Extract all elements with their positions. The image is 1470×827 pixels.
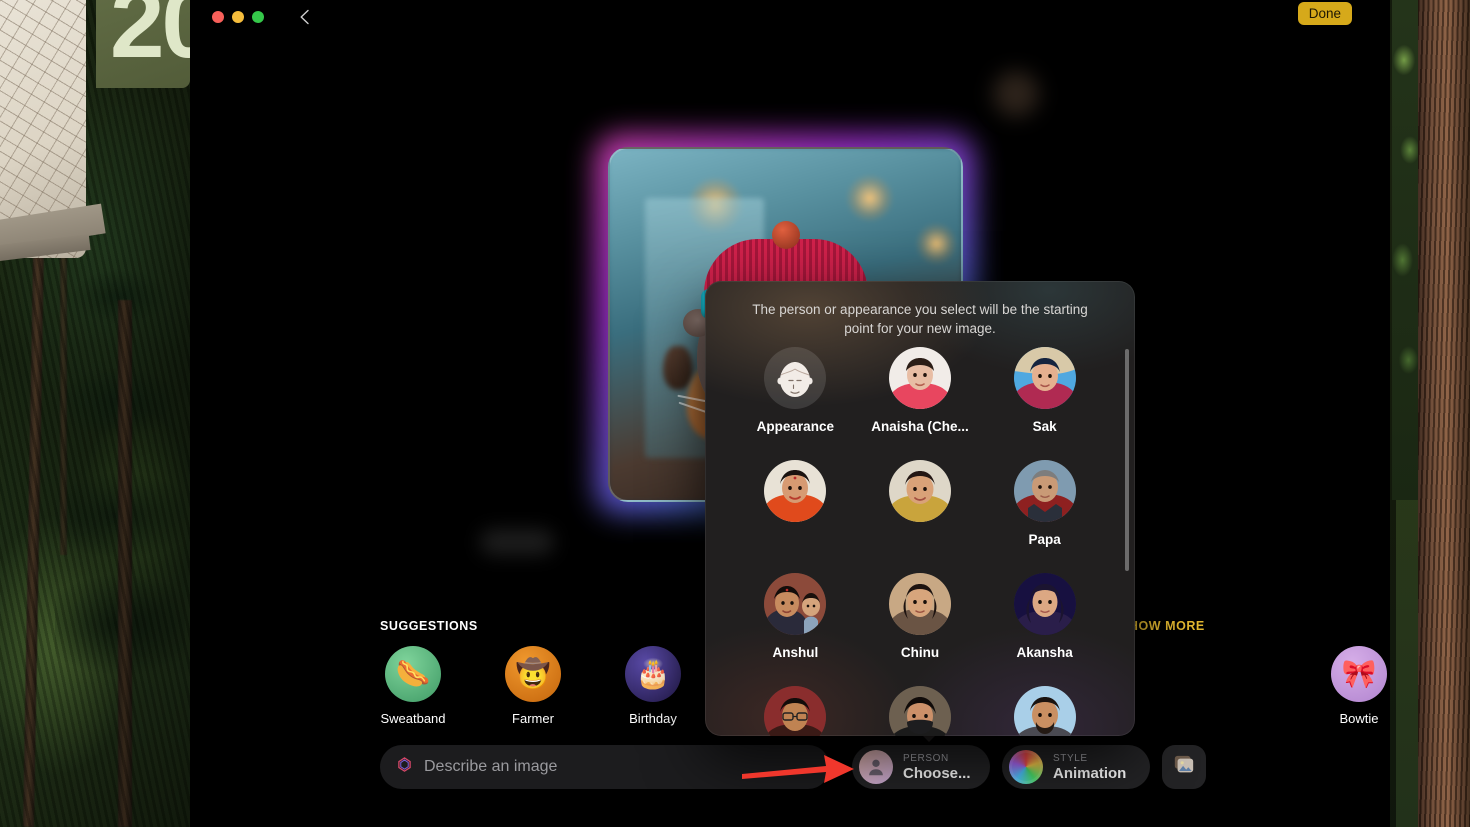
suggestion-label: Sweatband bbox=[380, 711, 446, 726]
color-wheel-icon bbox=[1009, 750, 1043, 784]
avatar bbox=[888, 573, 951, 635]
suggestion-item-farmer[interactable]: 🤠 Farmer bbox=[500, 646, 566, 726]
avatar bbox=[764, 686, 827, 736]
style-button[interactable]: STYLE Animation bbox=[1002, 745, 1150, 789]
background-widget-fragment[interactable]: 20 bbox=[96, 0, 190, 88]
person-label: Akansha bbox=[1016, 645, 1073, 660]
person-picker-popover: The person or appearance you select will… bbox=[705, 281, 1135, 736]
avatar bbox=[1013, 460, 1076, 522]
person-label: Chinu bbox=[900, 645, 940, 660]
prompt-input[interactable]: Describe an image bbox=[424, 758, 557, 776]
person-item-9[interactable] bbox=[733, 686, 858, 736]
zoom-button[interactable] bbox=[252, 11, 264, 23]
bowtie-icon: 🎀 bbox=[1331, 646, 1387, 702]
suggestion-label: Farmer bbox=[512, 711, 554, 726]
person-item-3[interactable] bbox=[733, 460, 858, 547]
avatar bbox=[1013, 573, 1076, 635]
popover-caption: The person or appearance you select will… bbox=[752, 302, 1088, 336]
suggestion-item-birthday[interactable]: 🎂 Birthday bbox=[620, 646, 686, 726]
suggestions-heading: SUGGESTIONS bbox=[380, 619, 478, 633]
avatar bbox=[1013, 686, 1076, 736]
title-bar: Done bbox=[190, 0, 1390, 34]
suggestion-item-bowtie[interactable]: 🎀 Bowtie bbox=[1326, 646, 1390, 726]
birthday-cake-icon: 🎂 bbox=[625, 646, 681, 702]
minimize-button[interactable] bbox=[232, 11, 244, 23]
person-item-chinu[interactable]: Chinu bbox=[858, 573, 983, 660]
background-window-fragment[interactable] bbox=[0, 0, 106, 263]
person-item-sak[interactable]: Sak bbox=[982, 347, 1107, 434]
beanie-pompom bbox=[771, 221, 800, 250]
suggestion-label: Birthday bbox=[629, 711, 677, 726]
person-label: Papa bbox=[1028, 532, 1061, 547]
person-item-akansha[interactable]: Akansha bbox=[982, 573, 1107, 660]
sparkle-prism-icon bbox=[396, 756, 413, 778]
person-item-anaisha[interactable]: Anaisha (Che... bbox=[858, 347, 983, 434]
avatar bbox=[888, 686, 951, 736]
widget-number: 20 bbox=[110, 0, 190, 78]
chevron-left-icon[interactable] bbox=[296, 9, 312, 25]
avatar bbox=[888, 347, 951, 409]
person-list-scroll[interactable]: Appearance Anaisha (Che... Sak Papa Ansh… bbox=[705, 341, 1135, 736]
person-value: Choose... bbox=[903, 764, 971, 782]
person-label: Anaisha (Che... bbox=[871, 419, 969, 434]
window-controls bbox=[212, 11, 264, 23]
person-button[interactable]: PERSON Choose... bbox=[852, 745, 990, 789]
conifer-tree bbox=[55, 255, 185, 675]
photo-library-button[interactable] bbox=[1162, 745, 1206, 789]
style-kicker: STYLE bbox=[1053, 752, 1088, 764]
person-item-10[interactable] bbox=[858, 686, 983, 736]
suggestion-label: Bowtie bbox=[1339, 711, 1379, 726]
person-kicker: PERSON bbox=[903, 752, 949, 764]
photo-library-icon bbox=[1172, 754, 1196, 781]
avatar bbox=[888, 460, 951, 522]
person-label: Appearance bbox=[756, 419, 834, 434]
close-button[interactable] bbox=[212, 11, 224, 23]
suggestion-item-sweatband[interactable]: 🌭 Sweatband bbox=[380, 646, 446, 726]
person-label: Anshul bbox=[772, 645, 819, 660]
person-item-4[interactable] bbox=[858, 460, 983, 547]
style-value: Animation bbox=[1053, 764, 1127, 782]
blurred-control-pill[interactable] bbox=[480, 529, 554, 555]
blurred-control-circle[interactable] bbox=[993, 71, 1039, 117]
person-item-11[interactable] bbox=[982, 686, 1107, 736]
wallpaper-right-redwood bbox=[1390, 0, 1470, 827]
avatar bbox=[764, 460, 827, 522]
memoji-face-icon bbox=[764, 347, 827, 409]
person-label: Sak bbox=[1032, 419, 1057, 434]
popover-scrollbar[interactable] bbox=[1125, 349, 1129, 571]
done-button[interactable]: Done bbox=[1297, 2, 1352, 25]
tree-trunk bbox=[22, 249, 45, 827]
person-item-papa[interactable]: Papa bbox=[982, 460, 1107, 547]
tree-trunk bbox=[60, 255, 67, 555]
person-avatar-icon bbox=[859, 750, 893, 784]
redwood-trunk bbox=[1418, 0, 1470, 827]
avatar bbox=[1013, 347, 1076, 409]
sweatband-icon: 🌭 bbox=[385, 646, 441, 702]
person-item-appearance[interactable]: Appearance bbox=[733, 347, 858, 434]
annotation-arrow bbox=[742, 755, 854, 783]
person-item-anshul[interactable]: Anshul bbox=[733, 573, 858, 660]
person-grid: Appearance Anaisha (Che... Sak Papa Ansh… bbox=[705, 341, 1135, 736]
farmer-hat-icon: 🤠 bbox=[505, 646, 561, 702]
avatar bbox=[764, 573, 827, 635]
tree-trunk bbox=[118, 300, 132, 827]
